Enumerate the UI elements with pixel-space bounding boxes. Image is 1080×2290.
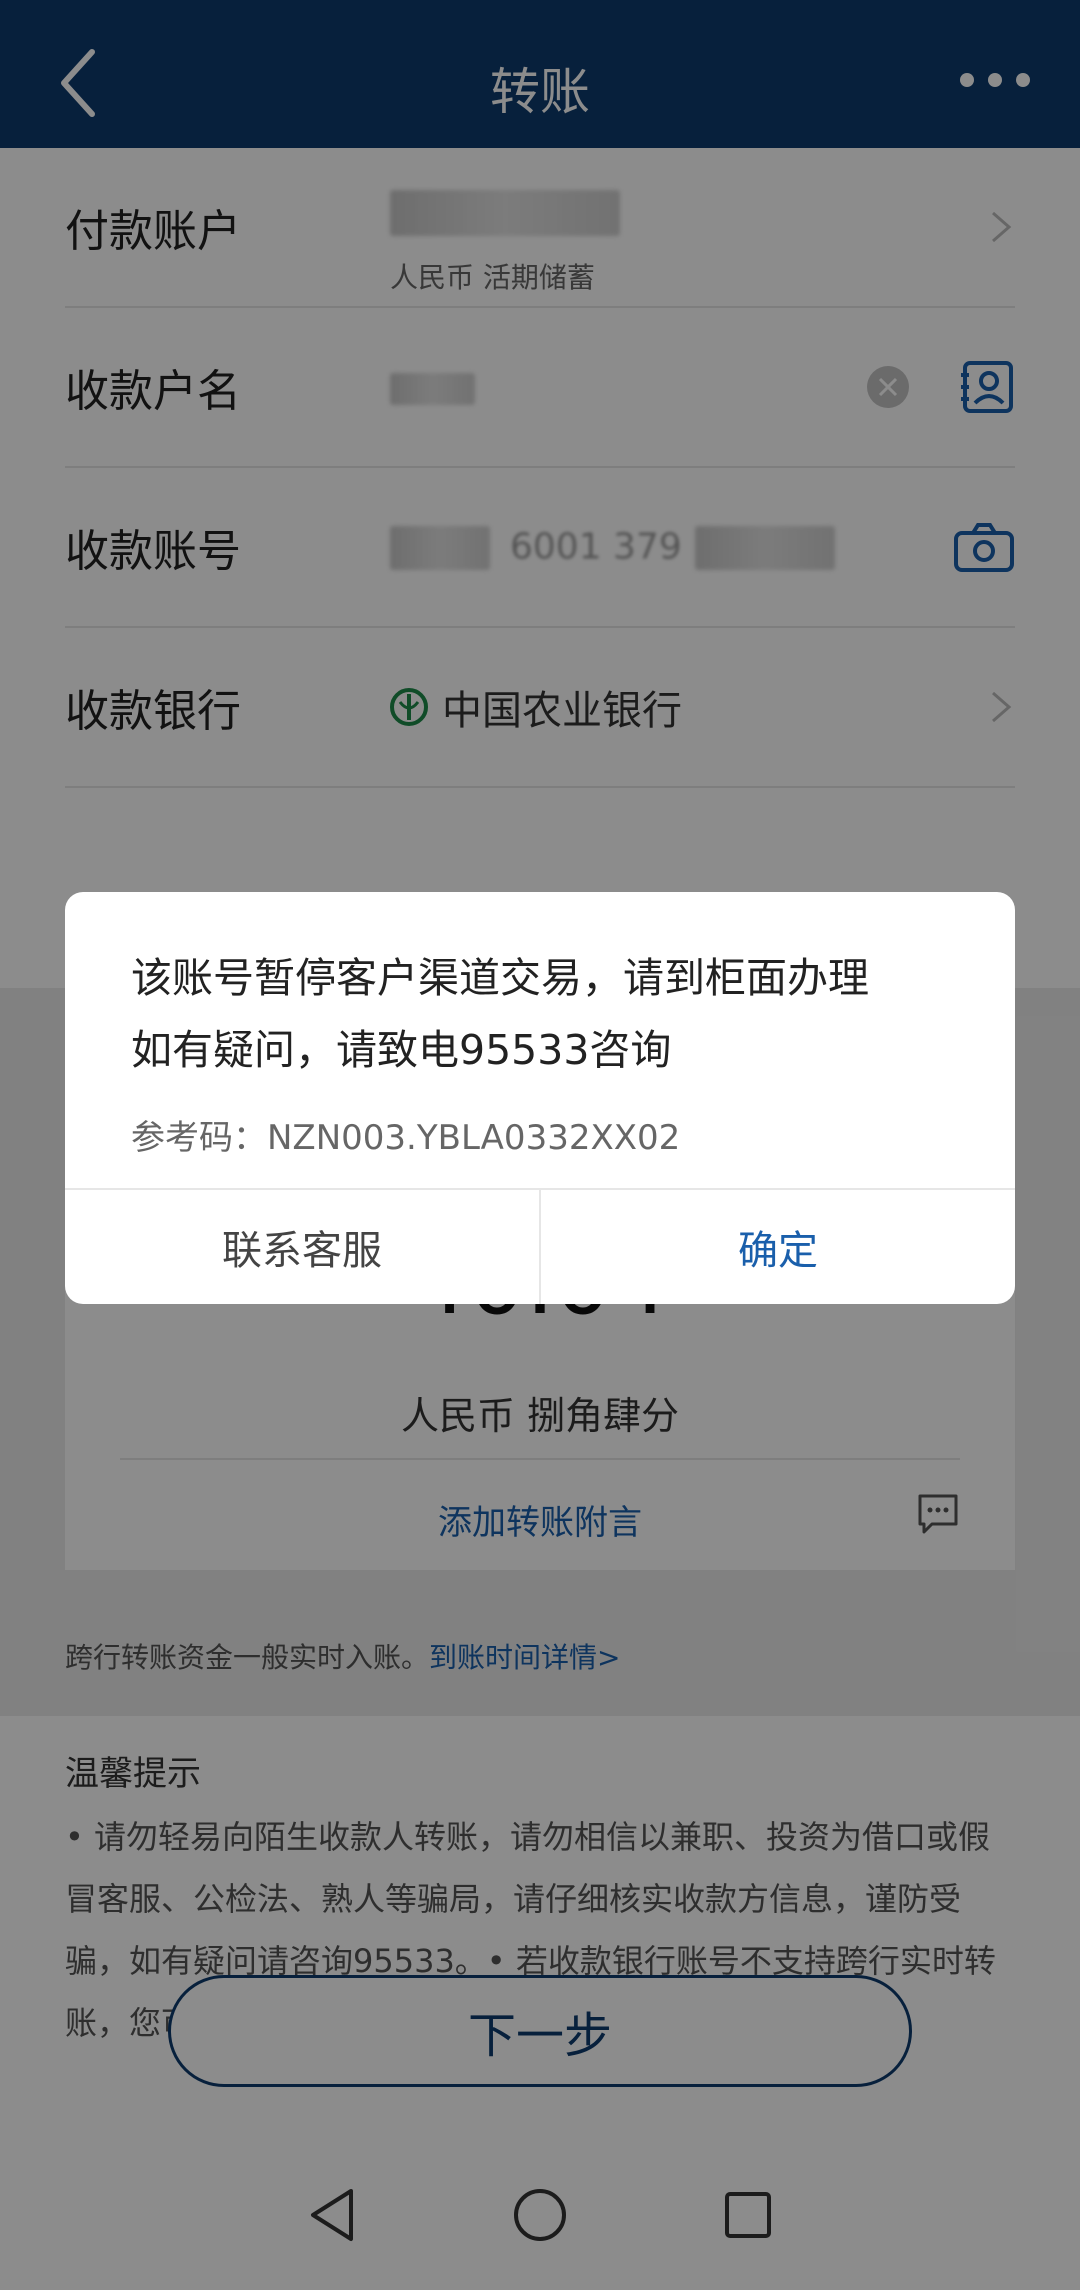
dialog-footer: 联系客服 确定 <box>65 1188 1015 1304</box>
contact-support-button[interactable]: 联系客服 <box>65 1190 541 1304</box>
dialog-reference-code: 参考码：NZN003.YBLA0332XX02 <box>131 1118 681 1158</box>
alert-dialog: 该账号暂停客户渠道交易，请到柜面办理 如有疑问，请致电95533咨询 参考码：N… <box>65 892 1015 1304</box>
dialog-message: 该账号暂停客户渠道交易，请到柜面办理 如有疑问，请致电95533咨询 <box>131 942 955 1086</box>
confirm-button[interactable]: 确定 <box>541 1190 1015 1304</box>
dialog-message-line2: 如有疑问，请致电95533咨询 <box>131 1026 672 1074</box>
dialog-message-line1: 该账号暂停客户渠道交易，请到柜面办理 <box>131 954 869 1002</box>
